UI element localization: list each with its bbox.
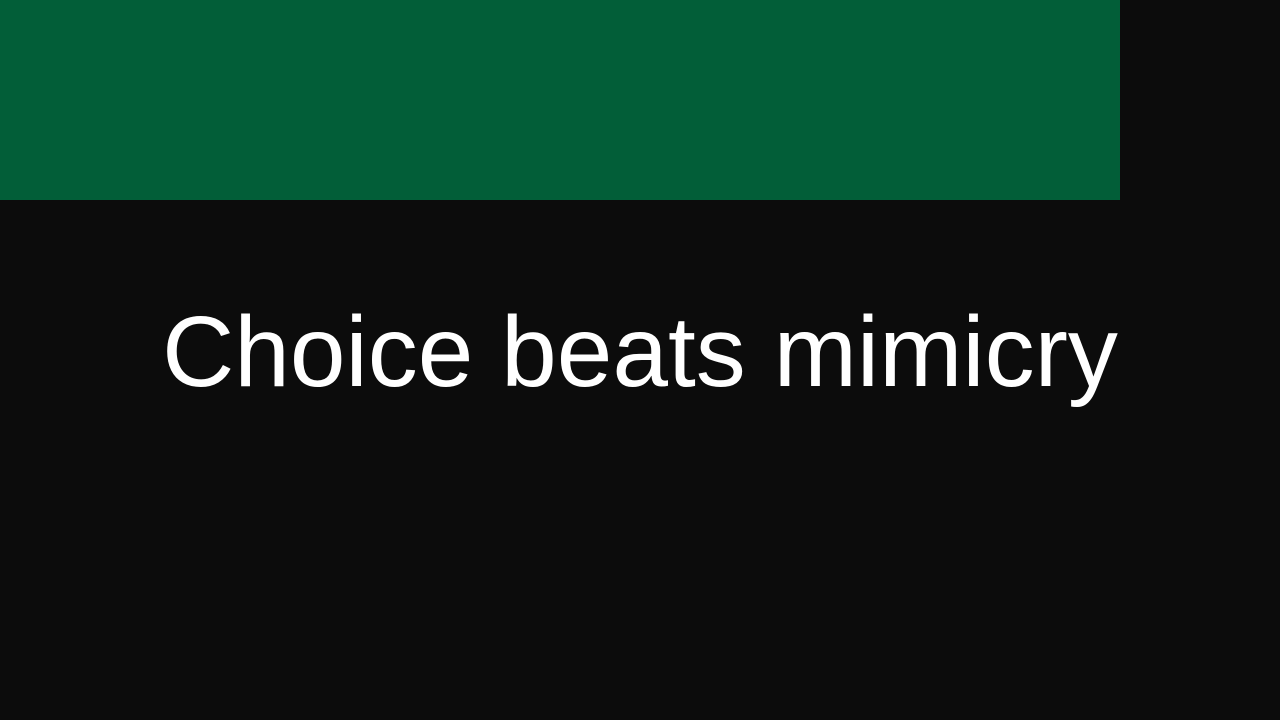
slide-canvas: Choice beats mimicry: [0, 0, 1280, 720]
slide-title: Choice beats mimicry: [162, 296, 1118, 408]
accent-banner: [0, 0, 1120, 200]
